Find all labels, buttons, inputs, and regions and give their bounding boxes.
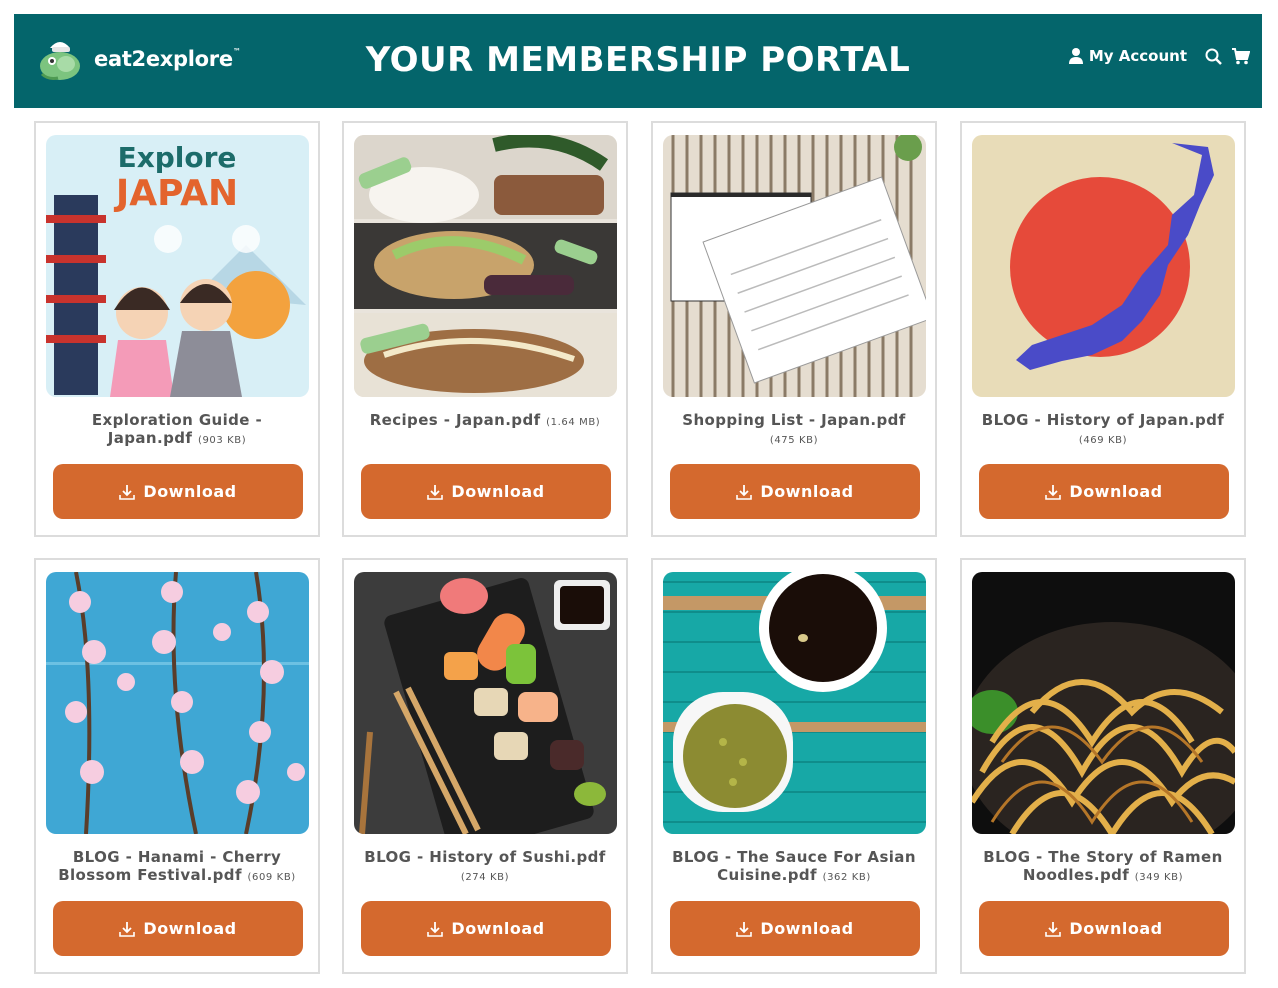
file-title: BLOG - The Story of Ramen Noodles.pdf (3… (974, 848, 1232, 887)
ramen-noodles-image (972, 572, 1235, 834)
download-card: BLOG - History of Japan.pdf (469 KB) Down… (960, 121, 1246, 537)
download-card: Explore JAPAN Exploration Guide - Japan.… (34, 121, 320, 537)
download-button[interactable]: Download (670, 464, 920, 519)
download-card: BLOG - The Sauce For Asian Cuisine.pdf (… (651, 558, 937, 974)
sushi-board-image (354, 572, 617, 834)
file-title: BLOG - History of Japan.pdf (469 KB) (974, 411, 1232, 450)
file-size: (349 KB) (1134, 872, 1184, 883)
file-name: BLOG - The Story of Ramen Noodles.pdf (983, 848, 1223, 884)
file-size: (274 KB) (460, 872, 510, 883)
japanese-dishes-collage-image (354, 135, 617, 397)
search-icon[interactable] (1205, 48, 1222, 65)
download-button[interactable]: Download (53, 464, 303, 519)
user-icon (1068, 48, 1083, 64)
file-title: Shopping List - Japan.pdf (475 KB) (665, 411, 923, 450)
download-card: BLOG - History of Sushi.pdf (274 KB) Down… (342, 558, 628, 974)
download-icon (736, 484, 753, 500)
download-label: Download (143, 482, 237, 501)
download-button[interactable]: Download (979, 901, 1229, 956)
download-button[interactable]: Download (979, 464, 1229, 519)
shopping-list-cards-image (663, 135, 926, 397)
cart-icon[interactable] (1232, 47, 1250, 65)
download-card: BLOG - Hanami - Cherry Blossom Festival.… (34, 558, 320, 974)
download-card: Shopping List - Japan.pdf (475 KB) Downlo… (651, 121, 937, 537)
download-button[interactable]: Download (361, 901, 611, 956)
my-account-link[interactable]: My Account (1068, 47, 1187, 65)
download-label: Download (760, 919, 854, 938)
download-button[interactable]: Download (53, 901, 303, 956)
file-title: Exploration Guide - Japan.pdf (903 KB) (48, 411, 306, 450)
my-account-label: My Account (1088, 47, 1187, 65)
download-icon (119, 921, 136, 937)
file-title: Recipes - Japan.pdf (1.64 MB) (356, 411, 614, 432)
file-name: BLOG - History of Sushi.pdf (364, 848, 606, 866)
download-icon (1045, 484, 1062, 500)
file-name: BLOG - The Sauce For Asian Cuisine.pdf (672, 848, 916, 884)
download-label: Download (1069, 482, 1163, 501)
file-size: (362 KB) (822, 872, 871, 883)
file-title: BLOG - History of Sushi.pdf (274 KB) (356, 848, 614, 887)
download-icon (427, 921, 444, 937)
download-icon (427, 484, 444, 500)
download-icon (736, 921, 753, 937)
japan-map-flag-image (972, 135, 1235, 397)
header-nav: My Account (1068, 47, 1250, 65)
cherry-blossoms-image (46, 572, 309, 834)
site-header: eat2explore™ YOUR MEMBERSHIP PORTAL My A… (14, 14, 1262, 108)
file-size: (475 KB) (769, 435, 819, 446)
download-card: BLOG - The Story of Ramen Noodles.pdf (3… (960, 558, 1246, 974)
file-size: (1.64 MB) (546, 417, 601, 428)
file-name: BLOG - History of Japan.pdf (981, 411, 1225, 429)
file-size: (609 KB) (247, 872, 296, 883)
soy-sauce-bowl-image (663, 572, 926, 834)
file-name: Recipes - Japan.pdf (369, 411, 541, 429)
download-label: Download (143, 919, 237, 938)
download-card: Recipes - Japan.pdf (1.64 MB) Download (342, 121, 628, 537)
file-size: (903 KB) (197, 435, 247, 446)
file-title: BLOG - The Sauce For Asian Cuisine.pdf (… (665, 848, 923, 887)
explore-japan-cover-image: Explore JAPAN (46, 135, 309, 397)
download-label: Download (451, 919, 545, 938)
file-name: Shopping List - Japan.pdf (682, 411, 906, 429)
file-size: (469 KB) (1078, 435, 1128, 446)
download-button[interactable]: Download (670, 901, 920, 956)
download-icon (1045, 921, 1062, 937)
file-title: BLOG - Hanami - Cherry Blossom Festival.… (48, 848, 306, 887)
svg-text:JAPAN: JAPAN (113, 173, 238, 214)
download-label: Download (451, 482, 545, 501)
download-label: Download (760, 482, 854, 501)
svg-text:Explore: Explore (118, 141, 237, 174)
download-icon (119, 484, 136, 500)
download-button[interactable]: Download (361, 464, 611, 519)
download-label: Download (1069, 919, 1163, 938)
